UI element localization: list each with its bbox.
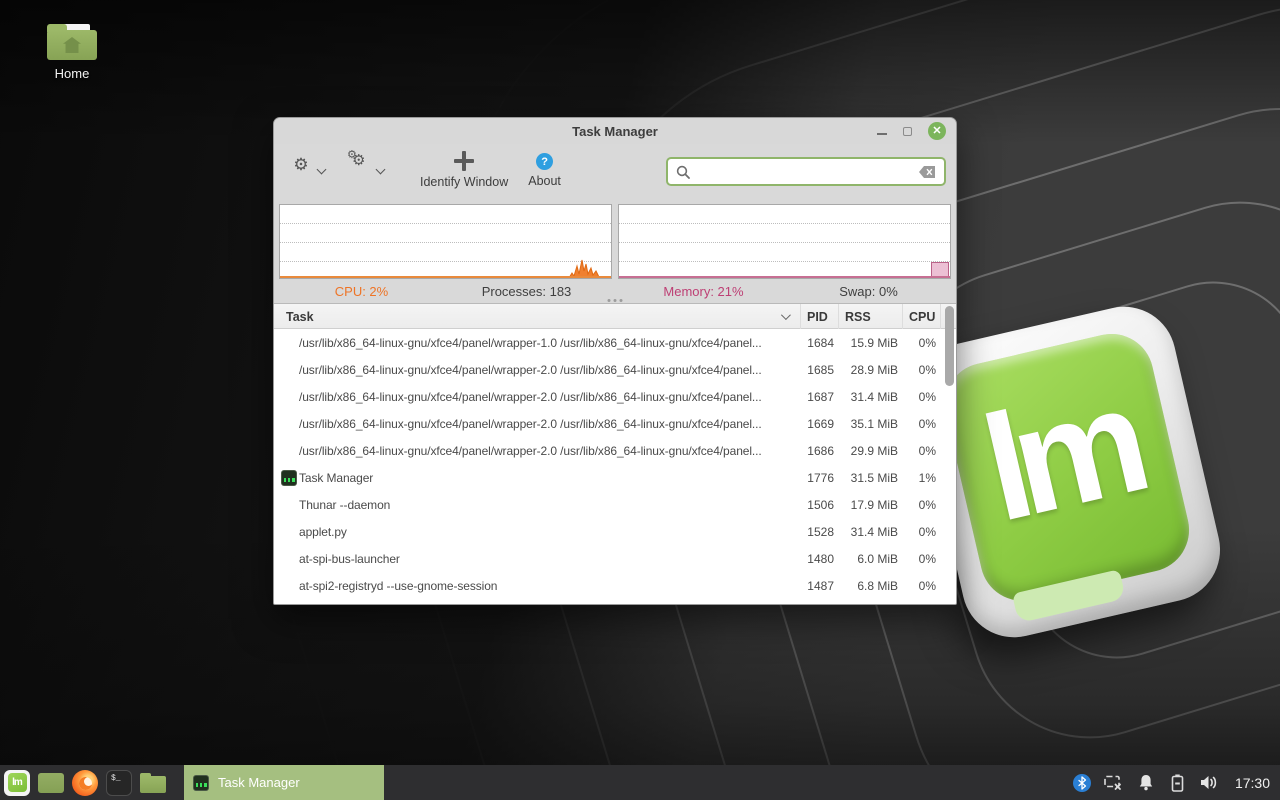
table-row[interactable]: /usr/lib/x86_64-linux-gnu/xfce4/panel/wr… (274, 383, 956, 410)
table-row[interactable]: at-spi-bus-launcher 1480 6.0 MiB 0% (274, 545, 956, 572)
about-button[interactable]: ? About (528, 151, 561, 188)
processes-count-label: Processes: 183 (444, 284, 609, 299)
table-row[interactable]: /usr/lib/x86_64-linux-gnu/xfce4/panel/wr… (274, 356, 956, 383)
column-header-cpu[interactable]: CPU (903, 304, 941, 329)
terminal-launcher[interactable]: $_ (102, 765, 136, 800)
help-question-icon: ? (536, 153, 553, 170)
window-title: Task Manager (274, 124, 956, 139)
search-input[interactable] (690, 164, 919, 179)
taskbar-task-manager-button[interactable]: Task Manager (184, 765, 384, 800)
task-manager-icon (281, 470, 297, 486)
table-row[interactable]: applet.py 1528 31.4 MiB 0% (274, 518, 956, 545)
desktop-background: lm Home Task Manager ✕ ⚙ (0, 0, 1280, 800)
table-body: /usr/lib/x86_64-linux-gnu/xfce4/panel/wr… (274, 329, 956, 604)
mint-menu-button[interactable]: lm (0, 765, 34, 800)
desktop-icon (38, 773, 64, 793)
battery-icon[interactable] (1167, 772, 1189, 794)
table-row[interactable]: /usr/lib/x86_64-linux-gnu/xfce4/panel/wr… (274, 437, 956, 464)
identify-window-button[interactable]: Identify Window (420, 151, 508, 189)
table-row[interactable]: at-spi2-registryd --use-gnome-session 14… (274, 572, 956, 599)
desktop-home-icon[interactable]: Home (32, 22, 112, 81)
table-row[interactable]: /usr/lib/x86_64-linux-gnu/xfce4/panel/wr… (274, 329, 956, 356)
firefox-icon (72, 770, 98, 796)
clock[interactable]: 17:30 (1235, 775, 1270, 791)
memory-percent-label: Memory: 21% (621, 284, 786, 299)
search-box[interactable] (666, 157, 946, 186)
vertical-scrollbar[interactable] (945, 306, 954, 602)
system-tray: 17:30 (1071, 765, 1280, 800)
column-header-pid[interactable]: PID (801, 304, 839, 329)
folder-icon (140, 773, 166, 793)
pane-splitter-handle[interactable] (608, 299, 623, 302)
column-header-task[interactable]: Task (274, 304, 801, 329)
table-header: Task PID RSS CPU (274, 304, 956, 329)
volume-icon[interactable] (1199, 772, 1221, 794)
maximize-button[interactable] (903, 127, 912, 136)
file-manager-launcher[interactable] (136, 765, 170, 800)
search-icon (676, 165, 690, 179)
sort-descending-icon (781, 310, 791, 320)
table-row[interactable]: /usr/lib/x86_64-linux-gnu/xfce4/panel/wr… (274, 410, 956, 437)
task-manager-window: Task Manager ✕ ⚙ ⚙⚙ (273, 117, 957, 605)
swap-percent-label: Swap: 0% (786, 284, 951, 299)
bluetooth-icon[interactable] (1071, 772, 1093, 794)
process-dropdown-chevron-icon[interactable] (376, 164, 386, 174)
scrollbar-thumb[interactable] (945, 306, 954, 386)
terminal-icon: $_ (106, 770, 132, 796)
minimize-button[interactable] (877, 133, 887, 135)
mint-logo-lm-text: lm (969, 354, 1151, 556)
close-button[interactable]: ✕ (928, 122, 946, 140)
settings-gear-button[interactable]: ⚙ (286, 150, 316, 180)
task-manager-icon (193, 775, 209, 791)
memory-graph (618, 204, 951, 279)
notifications-bell-icon[interactable] (1135, 772, 1157, 794)
display-disconnect-icon[interactable] (1103, 772, 1125, 794)
clear-search-icon[interactable] (919, 166, 936, 178)
taskbar-panel: lm $_ Task Manager (0, 765, 1280, 800)
column-header-rss[interactable]: RSS (839, 304, 903, 329)
mint-menu-icon: lm (8, 773, 27, 792)
toolbar: ⚙ ⚙⚙ Identify Window ? About (274, 144, 956, 196)
home-folder-icon (47, 22, 97, 60)
cpu-usage-spike (569, 256, 607, 278)
settings-dropdown-chevron-icon[interactable] (317, 164, 327, 174)
monitors-section: CPU: 2% Processes: 183 Memory: 21% Swap:… (274, 196, 956, 303)
titlebar[interactable]: Task Manager ✕ (274, 118, 956, 144)
process-gears-button[interactable]: ⚙⚙ (345, 150, 375, 180)
firefox-launcher[interactable] (68, 765, 102, 800)
cpu-percent-label: CPU: 2% (279, 284, 444, 299)
double-gear-icon: ⚙⚙ (349, 154, 371, 176)
table-row[interactable]: Thunar --daemon 1506 17.9 MiB 0% (274, 491, 956, 518)
mint-logo-green-square: lm (936, 326, 1197, 609)
table-row-task-manager[interactable]: Task Manager 1776 31.5 MiB 1% (274, 464, 956, 491)
cpu-graph (279, 204, 612, 279)
crosshair-icon (454, 151, 474, 171)
show-desktop-button[interactable] (34, 765, 68, 800)
home-icon-label: Home (32, 66, 112, 81)
process-table: Task PID RSS CPU /usr/lib/x86_64-linux-g… (274, 303, 956, 604)
